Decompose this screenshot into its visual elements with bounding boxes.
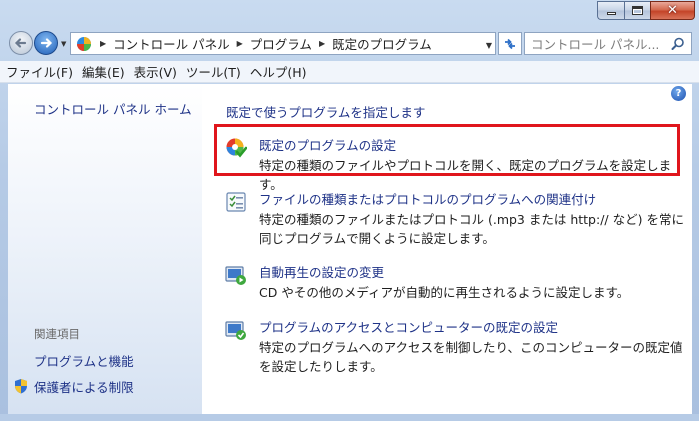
close-icon: ✕ — [667, 3, 678, 18]
programs-and-features-link[interactable]: プログラムと機能 — [34, 351, 134, 370]
forward-button[interactable] — [34, 31, 58, 55]
forward-arrow-icon — [40, 38, 53, 48]
search-box[interactable]: コントロール パネル... — [524, 32, 692, 55]
menu-edit[interactable]: 編集(E) — [82, 62, 125, 81]
task-pane: コントロール パネル ホーム 関連項目 プログラムと機能 保護者による制限 — [8, 84, 202, 414]
program-access-icon — [225, 321, 246, 340]
autoplay-link[interactable]: 自動再生の設定の変更 — [259, 262, 384, 281]
breadcrumb-separator-icon[interactable]: ▶ — [319, 39, 325, 48]
menu-bar: ファイル(F) 編集(E) 表示(V) ツール(T) ヘルプ(H) — [0, 61, 699, 83]
breadcrumb-default-programs[interactable]: 既定のプログラム — [332, 34, 432, 53]
search-icon[interactable] — [671, 37, 685, 51]
breadcrumb-separator-icon[interactable]: ▶ — [237, 39, 243, 48]
menu-tools[interactable]: ツール(T) — [186, 62, 241, 81]
address-bar[interactable]: ▶ コントロール パネル ▶ プログラム ▶ 既定のプログラム ▼ — [70, 32, 496, 55]
menu-view[interactable]: 表示(V) — [134, 62, 177, 81]
recent-pages-dropdown-icon[interactable]: ▼ — [61, 40, 66, 48]
related-heading: 関連項目 — [34, 327, 80, 341]
refresh-button[interactable] — [498, 32, 522, 55]
menu-file[interactable]: ファイル(F) — [6, 62, 73, 81]
back-arrow-icon — [14, 38, 27, 48]
refresh-icon — [505, 38, 515, 49]
breadcrumb-programs[interactable]: プログラム — [250, 34, 312, 53]
close-button[interactable]: ✕ — [650, 1, 695, 20]
window-frame: ✕ ▼ ▶ コントロール パネル ▶ プログラム ▶ 既定のプログラム ▼ コン… — [0, 0, 699, 421]
maximize-button[interactable] — [624, 1, 650, 20]
parental-controls-link[interactable]: 保護者による制限 — [34, 377, 134, 396]
autoplay-icon — [225, 266, 246, 285]
file-association-description: 特定の種類のファイルまたはプロトコル (.mp3 または http:// など)… — [259, 212, 684, 246]
maximize-icon — [632, 6, 643, 15]
highlight-box — [214, 124, 680, 176]
menu-help[interactable]: ヘルプ(H) — [250, 62, 307, 81]
autoplay-entry: 自動再生の設定の変更 CD やその他のメディアが自動的に再生されるように設定しま… — [222, 262, 682, 302]
back-button[interactable] — [9, 31, 33, 55]
navigation-bar: ▼ ▶ コントロール パネル ▶ プログラム ▶ 既定のプログラム ▼ コントロ… — [0, 29, 699, 57]
window-bottom-border — [0, 414, 699, 421]
help-icon[interactable]: ? — [671, 86, 686, 101]
search-input[interactable]: コントロール パネル... — [531, 34, 659, 53]
program-access-description: 特定のプログラムへのアクセスを制御したり、このコンピューターの既定値を設定したり… — [259, 340, 683, 374]
breadcrumb-control-panel[interactable]: コントロール パネル — [113, 34, 229, 53]
program-access-link[interactable]: プログラムのアクセスとコンピューターの既定の設定 — [259, 317, 558, 336]
file-association-link[interactable]: ファイルの種類またはプロトコルのプログラムへの関連付け — [259, 189, 596, 208]
title-bar[interactable]: ✕ — [0, 0, 699, 28]
page-title: 既定で使うプログラムを指定します — [226, 105, 426, 120]
program-access-entry: プログラムのアクセスとコンピューターの既定の設定 特定のプログラムへのアクセスを… — [222, 317, 683, 377]
control-panel-icon — [77, 36, 91, 51]
minimize-button[interactable] — [597, 1, 624, 20]
window-controls: ✕ — [597, 1, 695, 20]
address-history-dropdown-icon[interactable]: ▼ — [486, 41, 492, 50]
minimize-icon — [606, 12, 616, 15]
file-association-icon — [226, 192, 246, 212]
shield-icon — [15, 379, 27, 394]
breadcrumb-separator-icon[interactable]: ▶ — [100, 39, 106, 48]
autoplay-description: CD やその他のメディアが自動的に再生されるように設定します。 — [259, 285, 630, 300]
control-panel-home-link[interactable]: コントロール パネル ホーム — [34, 99, 192, 118]
file-association-entry: ファイルの種類またはプロトコルのプログラムへの関連付け 特定の種類のファイルまた… — [222, 189, 684, 249]
